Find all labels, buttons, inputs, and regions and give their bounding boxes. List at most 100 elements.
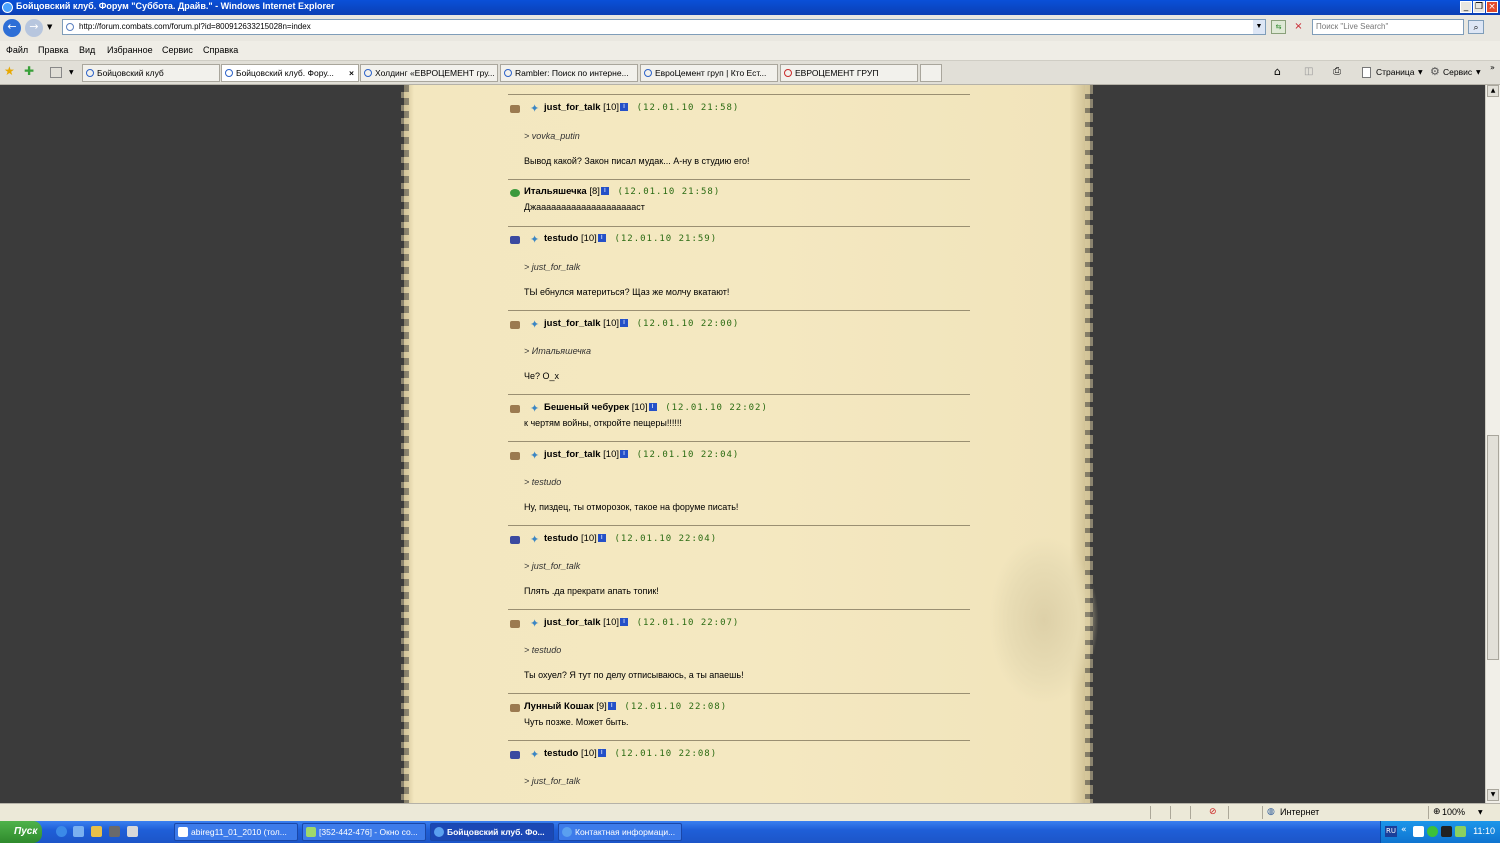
taskbar: Пуск abireg11_01_2010 (тол... [352-442-4… [0,821,1500,843]
folder-quicklaunch-icon[interactable] [91,826,102,837]
tab-page-icon [504,69,512,77]
taskbar-btn-document[interactable]: abireg11_01_2010 (тол... [174,823,298,841]
post-author[interactable]: just_for_talk [544,617,601,628]
post-time: (12.01.10 21:58) [617,187,721,197]
scroll-thumb[interactable] [1487,435,1499,660]
taskbar-btn-contacts[interactable]: Контактная информаци... [558,823,682,841]
post-level: [9] [596,701,607,712]
menu-edit[interactable]: Правка [38,45,68,55]
messenger-icon[interactable] [1427,826,1438,837]
post-author[interactable]: testudo [544,233,578,244]
post-level: [10] [603,617,619,628]
quick-tabs-icon[interactable] [50,67,62,78]
info-icon[interactable]: i [620,103,628,112]
tab-label: Rambler: Поиск по интерне... [515,68,629,78]
zoom-level[interactable]: 100% [1442,807,1465,817]
forward-button[interactable]: → [25,19,43,37]
post-header: ✦ just_for_talk [10] i (12.01.10 22:07) [508,617,970,631]
post-text: Вывод какой? Закон писал мудак... А-ну в… [524,156,750,166]
post-quote: > vovka_putin [524,131,580,141]
post-time: (12.01.10 22:04) [614,534,718,544]
toolbar-overflow-icon[interactable]: » [1490,63,1495,72]
refresh-icon[interactable]: ⇆ [1271,20,1286,34]
zoom-dropdown-icon[interactable]: ▼ [1478,809,1483,816]
app-quicklaunch-icon[interactable] [109,826,120,837]
tray-expand-icon[interactable]: « [1401,825,1407,835]
address-bar: ← → ▼ http://forum.combats.com/forum.pl?… [0,15,1500,41]
home-icon[interactable]: ⌂ [1274,65,1281,78]
post-author[interactable]: Лунный Кошак [524,701,594,712]
new-tab-button[interactable] [920,64,942,82]
add-favorite-icon[interactable]: ✚ [24,64,34,78]
start-button[interactable]: Пуск [0,821,42,843]
security-zone: Интернет [1280,807,1320,817]
network-icon[interactable] [1413,826,1424,837]
window-quicklaunch-icon[interactable] [127,826,138,837]
info-icon[interactable]: i [607,702,616,711]
url-dropdown-icon[interactable]: ▼ [1253,20,1265,34]
language-indicator[interactable]: RU [1385,826,1397,837]
tab-list-dropdown-icon[interactable]: ▼ [69,69,74,76]
post-author[interactable]: testudo [544,533,578,544]
forum-post: ✦ just_for_talk [10] i (12.01.10 22:04) >… [508,449,970,512]
post-author[interactable]: just_for_talk [544,318,601,329]
watermark-globe [989,535,1099,705]
search-input[interactable]: Поиск "Live Search" [1312,19,1464,35]
stop-icon[interactable]: × [1291,20,1306,34]
history-dropdown-icon[interactable]: ▼ [47,23,52,31]
scroll-down-icon[interactable]: ▼ [1487,789,1499,801]
taskbar-btn-label: Бойцовский клуб. Фо... [447,827,545,837]
post-header: ✦ just_for_talk [10] i (12.01.10 22:00) [508,318,970,332]
tab-eurocement-who[interactable]: ЕвроЦемент груп | Кто Ест... [640,64,778,82]
post-author[interactable]: Бешеный чебурек [544,402,629,413]
popup-blocked-icon[interactable]: ⊘ [1209,807,1217,817]
search-icon[interactable]: ⌕ [1468,20,1484,34]
tools-menu[interactable]: Сервис [1443,67,1472,77]
scroll-up-icon[interactable]: ▲ [1487,85,1499,97]
word-icon [178,827,188,837]
app-tray-icon[interactable] [1441,826,1452,837]
info-icon[interactable]: i [597,534,606,543]
desktop-quicklaunch-icon[interactable] [73,826,84,837]
restore-button[interactable]: ❐ [1473,1,1485,13]
menu-view[interactable]: Вид [79,45,95,55]
post-level: [10] [603,318,619,329]
menu-help[interactable]: Справка [203,45,238,55]
page-menu[interactable]: Страница [1376,67,1415,77]
back-button[interactable]: ← [3,19,21,37]
tab-eurocement-group[interactable]: ЕВРОЦЕМЕНТ ГРУП [780,64,918,82]
info-icon[interactable]: i [620,319,628,328]
tray-extra-icon[interactable] [1455,826,1466,837]
post-author[interactable]: just_for_talk [544,102,601,113]
post-author[interactable]: testudo [544,748,578,759]
forum-post: ✦ just_for_talk [10] i (12.01.10 21:58) >… [508,102,970,166]
url-input[interactable]: http://forum.combats.com/forum.pl?id=800… [62,19,1266,35]
info-icon[interactable]: i [620,618,628,627]
minimize-button[interactable]: _ [1460,1,1472,13]
vertical-scrollbar[interactable]: ▲ ▼ [1485,85,1500,803]
feeds-icon[interactable]: ◫ [1304,66,1313,77]
menu-file[interactable]: Файл [6,45,28,55]
post-author[interactable]: Итальяшечка [524,186,587,197]
info-icon[interactable]: i [600,187,609,196]
tab-fight-club[interactable]: Бойцовский клуб [82,64,220,82]
favorites-star-icon[interactable]: ★ [4,64,15,78]
info-icon[interactable]: i [648,403,657,412]
tab-close-icon[interactable]: × [349,65,354,81]
print-icon[interactable]: ⎙ [1333,66,1341,77]
info-icon[interactable]: i [620,450,628,459]
tab-eurocement-holding[interactable]: Холдинг «ЕВРОЦЕМЕНТ гру... [360,64,498,82]
menu-tools[interactable]: Сервис [162,45,193,55]
post-author[interactable]: just_for_talk [544,449,601,460]
post-quote: > just_for_talk [524,776,581,786]
taskbar-btn-browser[interactable]: Бойцовский клуб. Фо... [430,823,554,841]
menu-favorites[interactable]: Избранное [107,45,153,55]
info-icon[interactable]: i [597,749,606,758]
info-icon[interactable]: i [597,234,606,243]
close-button[interactable]: × [1486,1,1498,13]
taskbar-btn-chat[interactable]: [352-442-476] - Окно со... [302,823,426,841]
ie-quicklaunch-icon[interactable] [56,826,67,837]
tab-fight-club-forum[interactable]: Бойцовский клуб. Фору... × [221,64,359,82]
tab-rambler-search[interactable]: Rambler: Поиск по интерне... [500,64,638,82]
post-level: [10] [580,233,597,244]
